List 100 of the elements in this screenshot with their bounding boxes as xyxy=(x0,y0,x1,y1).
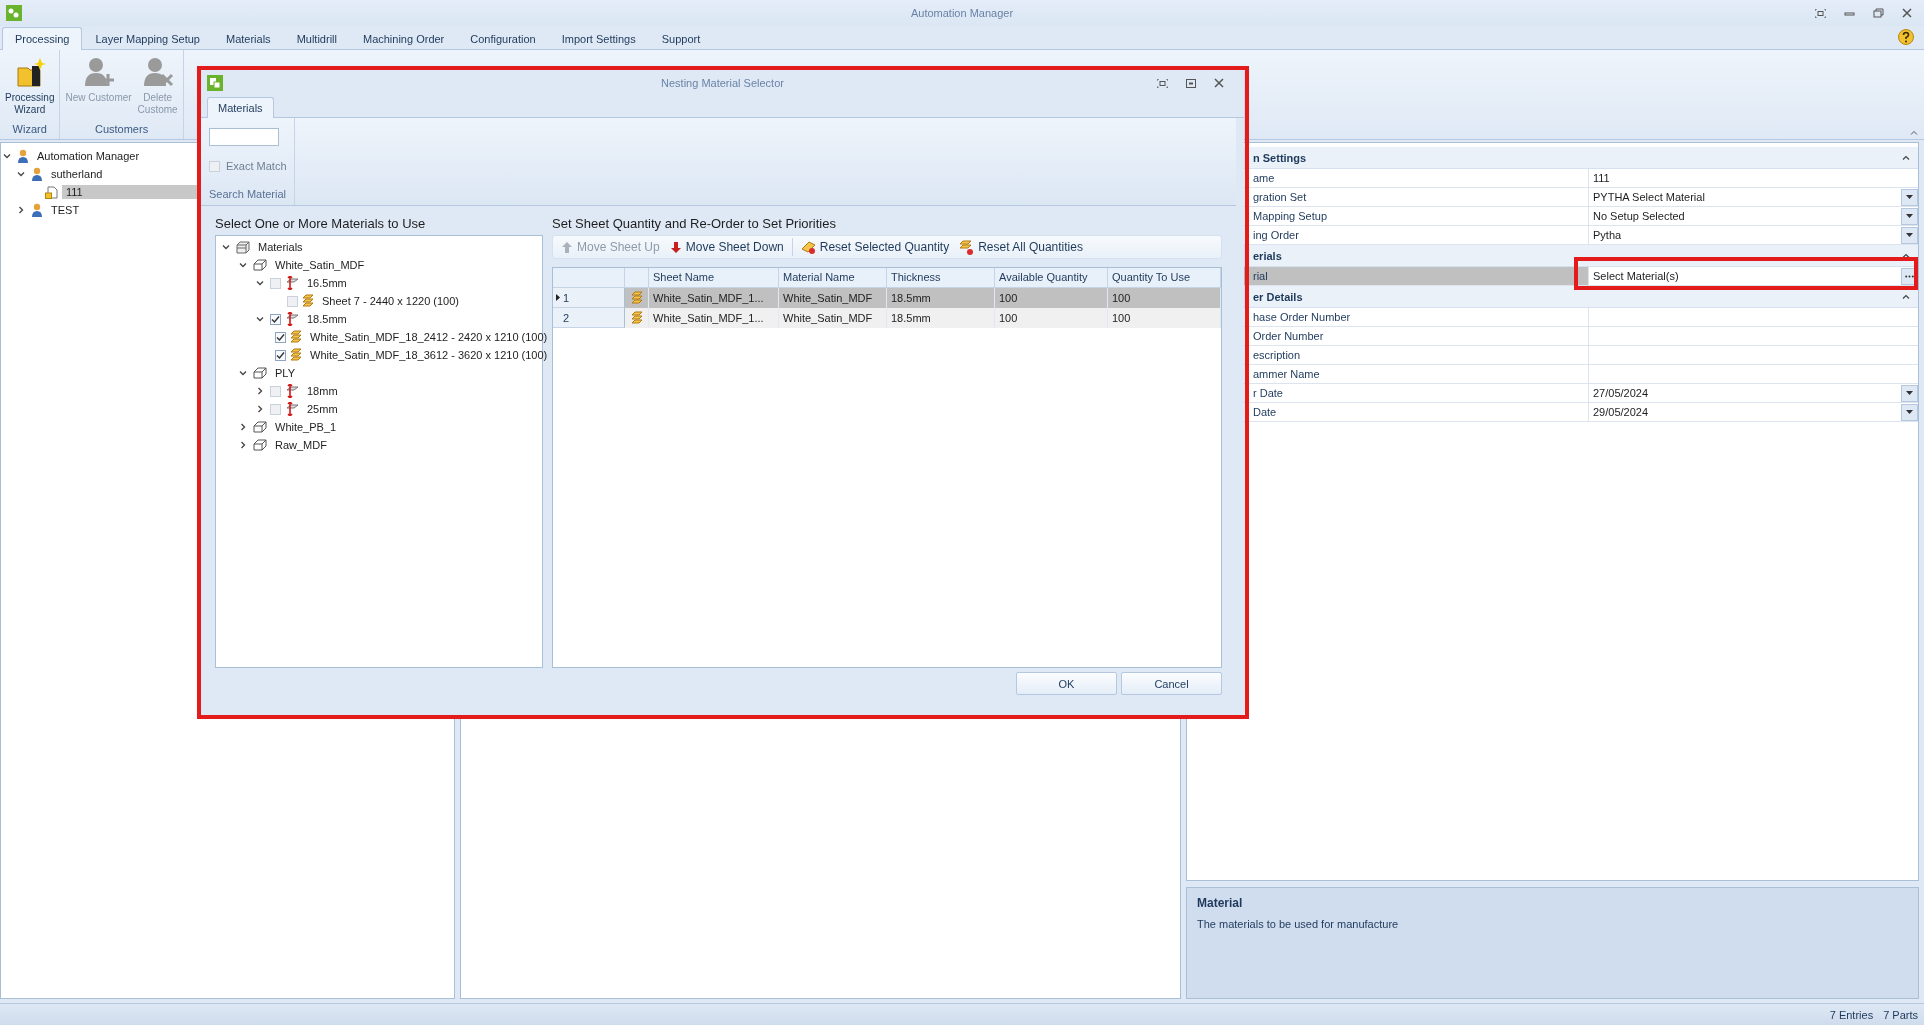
table-cell: 100 xyxy=(1108,308,1221,328)
tree-item[interactable]: sutherland xyxy=(47,167,107,181)
ribbon-tab[interactable]: Machining Order xyxy=(349,27,458,50)
ribbon-tab[interactable]: Support xyxy=(648,27,714,50)
chevron-right-icon xyxy=(256,387,264,395)
ribbon-tab[interactable]: Multidrill xyxy=(283,27,350,50)
checkbox[interactable] xyxy=(275,349,286,361)
fullscreen-icon xyxy=(1815,8,1826,18)
app-logo-icon xyxy=(6,5,22,21)
checkbox[interactable] xyxy=(287,295,298,307)
ribbon-button[interactable]: Processing Wizard xyxy=(4,54,56,120)
dialog-tab[interactable]: Materials xyxy=(207,97,274,118)
arrow-up-icon xyxy=(561,240,573,254)
tree-item[interactable]: White_Satin_MDF xyxy=(271,258,369,272)
ribbon-tab[interactable]: Configuration xyxy=(457,27,549,50)
tree-item[interactable]: 18mm xyxy=(303,384,342,398)
board-stack-icon xyxy=(236,240,250,254)
table-cell: White_Satin_MDF xyxy=(779,308,887,328)
toolbar-button[interactable]: Move Sheet Down xyxy=(665,238,788,256)
section-heading: Select One or More Materials to Use xyxy=(215,216,427,231)
tree-item[interactable]: Materials xyxy=(254,240,307,254)
checkbox[interactable] xyxy=(270,277,281,289)
category-toggle[interactable] xyxy=(1902,253,1910,258)
dropdown-button[interactable] xyxy=(1901,403,1918,421)
board-icon xyxy=(253,259,267,271)
dialog-button[interactable]: Cancel xyxy=(1121,672,1222,695)
property-value[interactable]: 29/05/2024 xyxy=(1593,406,1901,418)
chevron-down-icon xyxy=(222,243,230,251)
ellipsis-icon xyxy=(1905,274,1914,278)
dropdown-button[interactable] xyxy=(1901,188,1918,206)
search-field[interactable] xyxy=(209,128,279,146)
caret-icon xyxy=(1906,391,1913,395)
ribbon-tab[interactable]: Processing xyxy=(2,27,83,50)
property-value[interactable]: 111 xyxy=(1593,172,1918,184)
arrow-down-icon xyxy=(669,240,682,254)
checkbox[interactable] xyxy=(275,331,286,343)
close-icon xyxy=(1902,8,1912,18)
dropdown-button[interactable] xyxy=(1901,226,1918,244)
dialog-button[interactable]: OK xyxy=(1016,672,1117,695)
tree-item[interactable]: TEST xyxy=(47,203,84,217)
property-value[interactable]: 27/05/2024 xyxy=(1593,387,1901,399)
tree-item[interactable]: 16.5mm xyxy=(303,276,351,290)
checkbox[interactable] xyxy=(270,403,281,415)
sheet-stack-icon xyxy=(630,291,643,305)
description-title: Material xyxy=(1197,896,1243,910)
dialog-logo-icon xyxy=(207,75,223,91)
chevron-down-icon xyxy=(256,279,264,287)
restore-icon xyxy=(1873,8,1884,18)
sheet-stack-icon xyxy=(290,348,302,362)
property-value[interactable]: PYTHA Select Material xyxy=(1593,191,1901,203)
category-header: n Settings xyxy=(1253,151,1307,164)
ribbon-tab[interactable]: Import Settings xyxy=(548,27,649,50)
sheet-stack-icon xyxy=(290,330,302,344)
tree-item[interactable]: 18.5mm xyxy=(303,312,351,326)
checkbox[interactable] xyxy=(270,313,281,325)
tree-item[interactable]: Raw_MDF xyxy=(271,438,331,452)
checkbox[interactable] xyxy=(270,385,281,397)
ribbon-group-label: Customers xyxy=(93,122,150,137)
person-icon xyxy=(17,149,29,163)
board-icon xyxy=(253,439,267,451)
category-header: er Details xyxy=(1253,290,1303,303)
property-value[interactable]: Pytha xyxy=(1593,229,1901,241)
tree-item[interactable]: Sheet 7 - 2440 x 1220 (100) xyxy=(318,294,463,308)
tree-item[interactable]: 25mm xyxy=(303,402,342,416)
chevron-down-icon xyxy=(239,261,247,269)
toolbar-button[interactable]: Reset Selected Quantity xyxy=(796,238,954,256)
help-icon xyxy=(1898,29,1914,45)
caret-icon xyxy=(1906,195,1913,199)
row-number: 1 xyxy=(563,291,570,304)
status-text: 7 Entries xyxy=(1829,1008,1874,1021)
toolbar-button[interactable]: Reset All Quantities xyxy=(955,237,1087,257)
dropdown-button[interactable] xyxy=(1901,384,1918,402)
chevron-down-icon xyxy=(256,315,264,323)
tree-item[interactable]: Automation Manager xyxy=(33,149,144,163)
ribbon-tab[interactable]: Layer Mapping Setup xyxy=(82,27,213,50)
sheet-stack-icon xyxy=(302,294,314,308)
property-value[interactable]: No Setup Selected xyxy=(1593,210,1901,222)
caret-icon xyxy=(1906,214,1913,218)
table-row[interactable]: 1 White_Satin_MDF_1... White_Satin_MDF 18.5mm 100 100 xyxy=(553,288,1221,308)
collapse-ribbon-icon xyxy=(1910,130,1918,135)
table-cell: White_Satin_MDF_1... xyxy=(649,308,779,328)
section-heading: Set Sheet Quantity and Re-Order to Set Priorities xyxy=(552,216,837,231)
tree-item[interactable]: White_Satin_MDF_18_3612 - 3620 x 1210 (100) xyxy=(306,348,552,362)
person-add-icon xyxy=(82,56,115,88)
chevron-up-icon xyxy=(1902,294,1910,299)
person-icon xyxy=(31,203,43,217)
caret-icon xyxy=(1906,233,1913,237)
category-toggle[interactable] xyxy=(1902,294,1910,299)
table-row[interactable]: 2 White_Satin_MDF_1... White_Satin_MDF 18.5mm 100 100 xyxy=(553,308,1221,328)
tree-item[interactable]: PLY xyxy=(271,366,299,380)
ribbon-tab[interactable]: Materials xyxy=(213,27,284,50)
category-toggle[interactable] xyxy=(1902,155,1910,160)
ribbon-group-label: Wizard xyxy=(11,122,48,137)
chevron-up-icon xyxy=(1902,253,1910,258)
tree-item[interactable]: White_Satin_MDF_18_2412 - 2420 x 1210 (100) xyxy=(306,330,552,344)
property-value[interactable]: Select Material(s) xyxy=(1593,270,1901,282)
chevron-down-icon xyxy=(3,152,11,160)
dropdown-button[interactable] xyxy=(1901,207,1918,225)
close-icon xyxy=(1214,78,1224,88)
tree-item[interactable]: White_PB_1 xyxy=(271,420,341,434)
